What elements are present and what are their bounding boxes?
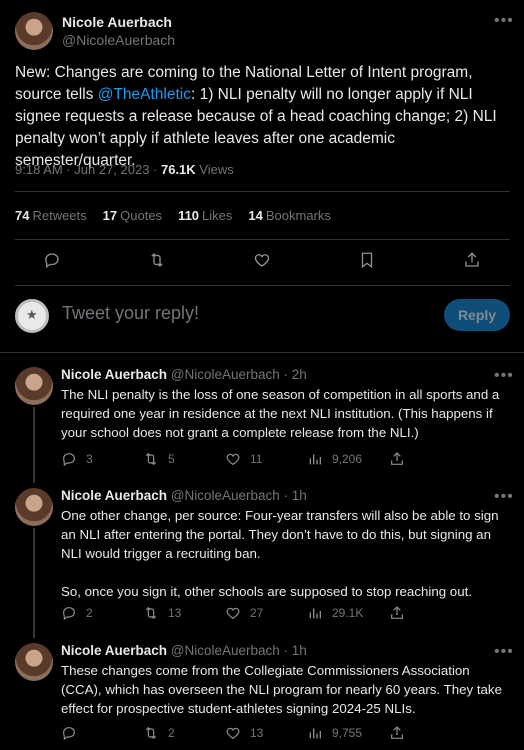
tweet-timestamp: 9:18 AM · Jun 27, 2023 · 76.1K Views (15, 162, 234, 177)
retweet-icon (145, 452, 157, 466)
avatar[interactable] (15, 643, 53, 681)
reply-icon[interactable] (43, 251, 61, 269)
reply-button[interactable]: Reply (444, 299, 510, 331)
reply-icon (63, 727, 75, 741)
reply-text: One other change, per source: Four-year … (61, 506, 513, 601)
timestamp[interactable]: 9:18 AM · Jun 27, 2023 · (15, 162, 161, 177)
reply-icon (63, 607, 75, 621)
reply-text-paragraph: So, once you sign it, other schools are … (61, 584, 472, 599)
bookmark-icon[interactable] (358, 251, 376, 269)
author-handle[interactable]: @NicoleAuerbach (62, 32, 175, 48)
reply-text: These changes come from the Collegiate C… (61, 663, 502, 716)
share-icon (391, 452, 403, 465)
more-options-icon[interactable]: ••• (494, 367, 514, 385)
like-icon (226, 453, 240, 466)
views-count: 76.1K (160, 162, 196, 177)
bookmarks-stat[interactable]: 14 Bookmarks (248, 208, 331, 223)
share-action[interactable] (389, 725, 419, 741)
share-action[interactable] (389, 605, 419, 621)
share-icon (391, 726, 403, 739)
thread-line (33, 528, 35, 638)
user-avatar[interactable] (15, 299, 49, 333)
reply-author-handle[interactable]: @NicoleAuerbach · 1h (171, 643, 307, 658)
views-action[interactable]: 9,755 (307, 725, 389, 741)
like-action[interactable]: 11 (225, 451, 307, 467)
reply-author-name[interactable]: Nicole Auerbach (61, 643, 167, 658)
retweet-action[interactable]: 13 (143, 605, 225, 621)
avatar[interactable] (15, 367, 53, 405)
retweet-action[interactable]: 5 (143, 451, 225, 467)
mention-link[interactable]: @TheAthletic (98, 86, 191, 103)
divider (15, 239, 510, 240)
divider (15, 285, 510, 286)
author-avatar[interactable] (15, 12, 53, 50)
like-icon (226, 607, 240, 620)
retweet-icon (145, 726, 157, 740)
retweet-action[interactable]: 2 (143, 725, 225, 741)
more-options-icon[interactable]: ••• (494, 488, 514, 506)
reply-actions: 2 13 9,755 (61, 725, 419, 741)
engagement-stats: 74 Retweets 17 Quotes 110 Likes 14 Bookmarks (15, 208, 331, 223)
divider (15, 191, 510, 192)
divider (0, 352, 524, 353)
tweet-text: New: Changes are coming to the National … (15, 62, 510, 172)
reply-author-name[interactable]: Nicole Auerbach (61, 367, 167, 382)
quotes-stat[interactable]: 17 Quotes (103, 208, 162, 223)
retweet-icon[interactable] (148, 251, 166, 269)
reply-author-handle[interactable]: @NicoleAuerbach · 1h (171, 488, 307, 503)
retweets-stat[interactable]: 74 Retweets (15, 208, 87, 223)
share-action[interactable] (389, 451, 419, 467)
views-label: Views (195, 162, 234, 177)
reply-action[interactable]: 2 (61, 605, 143, 621)
like-action[interactable]: 27 (225, 605, 307, 621)
views-icon (309, 608, 321, 619)
reply-header: Nicole Auerbach @NicoleAuerbach · 1h (61, 488, 307, 503)
reply-author-handle[interactable]: @NicoleAuerbach · 2h (171, 367, 307, 382)
reply-actions: 3 5 11 9,206 (61, 451, 419, 467)
reply-input[interactable]: Tweet your reply! (62, 303, 199, 324)
views-icon (309, 728, 321, 739)
reply-composer: Tweet your reply! Reply (15, 297, 510, 337)
views-icon (309, 454, 321, 465)
reply-icon (63, 453, 75, 467)
share-icon (391, 606, 403, 619)
more-options-icon[interactable]: ••• (494, 643, 514, 661)
like-action[interactable]: 13 (225, 725, 307, 741)
reply-actions: 2 13 27 29.1K (61, 605, 419, 621)
reply-action[interactable] (61, 725, 143, 741)
like-icon[interactable] (253, 251, 271, 269)
avatar[interactable] (15, 488, 53, 526)
reply-author-name[interactable]: Nicole Auerbach (61, 488, 167, 503)
reply-text-paragraph: One other change, per source: Four-year … (61, 508, 499, 561)
reply-header: Nicole Auerbach @NicoleAuerbach · 1h (61, 643, 307, 658)
views-action[interactable]: 9,206 (307, 451, 389, 467)
views-action[interactable]: 29.1K (307, 605, 389, 621)
share-icon[interactable] (463, 251, 481, 269)
more-options-icon[interactable]: ••• (494, 12, 514, 30)
reply-action[interactable]: 3 (61, 451, 143, 467)
likes-stat[interactable]: 110 Likes (178, 208, 232, 223)
author-name[interactable]: Nicole Auerbach (62, 14, 172, 30)
reply-text: The NLI penalty is the loss of one seaso… (61, 387, 500, 440)
reply-header: Nicole Auerbach @NicoleAuerbach · 2h (61, 367, 307, 382)
like-icon (226, 727, 240, 740)
thread-line (33, 407, 35, 483)
retweet-icon (145, 606, 157, 620)
tweet-actions (0, 251, 524, 269)
